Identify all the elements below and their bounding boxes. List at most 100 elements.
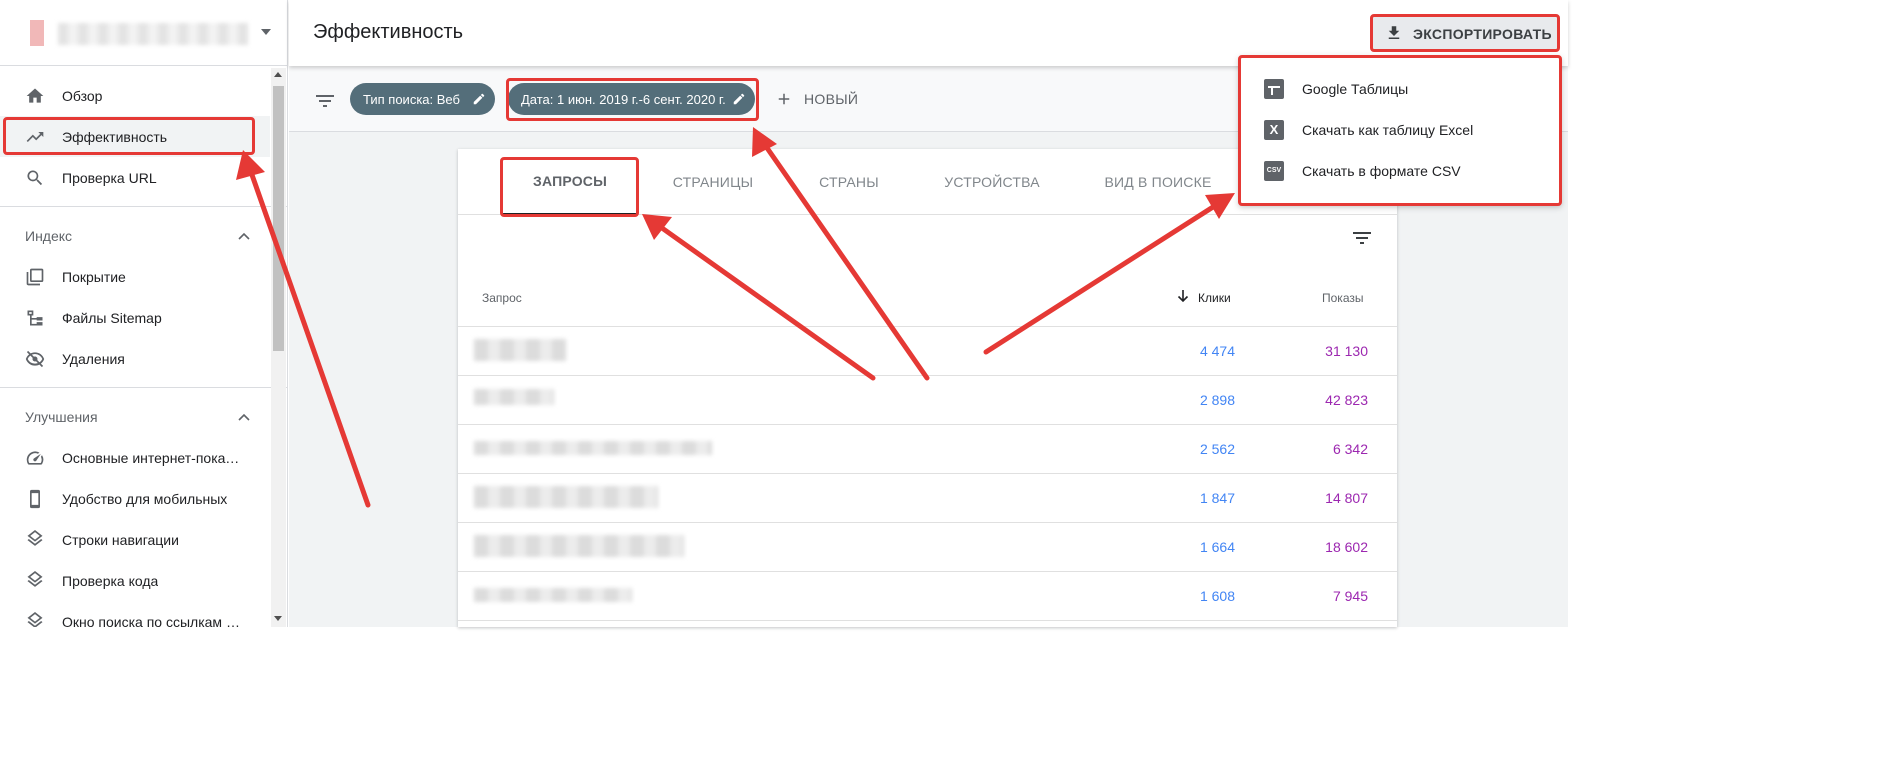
download-icon	[1388, 26, 1400, 39]
sidebar-item-breadcrumbs[interactable]: Строки навигации	[0, 519, 270, 560]
menu-item-label: Google Таблицы	[1302, 80, 1409, 97]
export-button-label: ЭКСПОРТИРОВАТЬ	[1413, 26, 1552, 42]
scrollbar-thumb[interactable]	[273, 86, 284, 351]
impressions-cell: 6 342	[1332, 441, 1368, 457]
sidebar-item-removals[interactable]: Удаления	[0, 338, 270, 379]
sidebar-item-label: Строки навигации	[62, 531, 179, 548]
eye-off-icon	[25, 349, 45, 369]
chevron-up-icon[interactable]	[238, 232, 250, 240]
sidebar-item-label: Удаления	[62, 350, 125, 367]
tab-pages[interactable]: СТРАНИЦЫ	[652, 149, 774, 215]
scroll-up-arrow[interactable]	[274, 72, 282, 77]
home-icon	[25, 86, 45, 106]
column-header-impressions[interactable]: Показы	[1322, 291, 1363, 305]
chip-label: Дата: 1 июн. 2019 г.-6 сент. 2020 г.	[521, 91, 726, 107]
chevron-down-icon[interactable]	[261, 29, 271, 35]
sidebar-item-label: Проверка URL	[62, 169, 157, 186]
impressions-cell: 18 602	[1325, 539, 1368, 555]
menu-item-excel[interactable]: X Скачать как таблицу Excel	[1239, 109, 1561, 150]
sidebar-item-mobile-usability[interactable]: Удобство для мобильных	[0, 478, 270, 519]
impressions-cell: 31 130	[1325, 343, 1368, 359]
export-menu: Google Таблицы X Скачать как таблицу Exc…	[1239, 56, 1561, 205]
property-favicon	[30, 20, 44, 46]
scroll-down-arrow[interactable]	[274, 616, 282, 621]
sidebar-divider	[0, 387, 287, 388]
table-row[interactable]: 2 898 42 823	[458, 376, 1397, 425]
sidebar-item-code-check[interactable]: Проверка кода	[0, 560, 270, 601]
query-cell-blurred	[474, 588, 632, 602]
excel-icon: X	[1264, 119, 1284, 140]
layers-icon	[25, 611, 45, 627]
sidebar-item-core-web-vitals[interactable]: Основные интернет-показатели	[0, 437, 270, 478]
clicks-cell: 1 664	[1199, 539, 1235, 555]
menu-item-csv[interactable]: CSV Скачать в формате CSV	[1239, 150, 1561, 191]
search-icon	[25, 168, 45, 188]
layers-icon	[25, 529, 45, 550]
sitemap-icon	[25, 308, 45, 328]
menu-item-google-sheets[interactable]: Google Таблицы	[1239, 68, 1561, 109]
sidebar-item-coverage[interactable]: Покрытие	[0, 256, 270, 297]
impressions-cell: 7 945	[1332, 588, 1368, 604]
table-row[interactable]: 1 847 14 807	[458, 474, 1397, 523]
sidebar-item-label: Покрытие	[62, 268, 126, 285]
sidebar-item-performance[interactable]: Эффективность	[0, 116, 270, 157]
phone-icon	[25, 489, 45, 509]
search-console-app: Обзор Эффективность Проверка URL Индекс …	[0, 0, 1568, 627]
sidebar-item-label: Удобство для мобильных	[62, 490, 228, 507]
table-row[interactable]: 4 474 31 130	[458, 327, 1397, 376]
new-filter-button[interactable]: НОВЫЙ	[775, 88, 858, 110]
sidebar: Обзор Эффективность Проверка URL Индекс …	[0, 0, 288, 627]
clicks-cell: 2 898	[1199, 392, 1235, 408]
new-filter-label: НОВЫЙ	[804, 91, 859, 107]
queries-card: ЗАПРОСЫ СТРАНИЦЫ СТРАНЫ УСТРОЙСТВА ВИД В…	[458, 149, 1397, 627]
query-cell-blurred	[474, 339, 566, 361]
menu-item-label: Скачать как таблицу Excel	[1302, 121, 1474, 138]
clicks-cell: 1 847	[1199, 490, 1235, 506]
menu-item-label: Скачать в формате CSV	[1302, 162, 1461, 179]
sidebar-item-label: Файлы Sitemap	[62, 309, 162, 326]
sidebar-item-label: Проверка кода	[62, 572, 159, 589]
column-header-clicks[interactable]: Клики	[1198, 291, 1231, 305]
page-title: Эффективность	[313, 21, 464, 43]
tab-search-appearance[interactable]: ВИД В ПОИСКЕ	[1090, 149, 1226, 215]
edit-icon[interactable]	[472, 92, 486, 106]
filter-icon[interactable]	[313, 89, 337, 113]
google-sheets-icon	[1264, 78, 1284, 99]
pages-icon	[25, 267, 45, 287]
sidebar-item-label: Основные интернет-показатели	[62, 449, 244, 466]
clicks-cell: 4 474	[1199, 343, 1235, 359]
sidebar-item-url-inspection[interactable]: Проверка URL	[0, 157, 270, 198]
table-filter-icon[interactable]	[1352, 229, 1372, 247]
sidebar-divider	[0, 206, 287, 207]
export-button[interactable]: ЭКСПОРТИРОВАТЬ	[1372, 16, 1559, 50]
query-cell-blurred	[474, 486, 658, 508]
table-row[interactable]: 1 608 7 945	[458, 572, 1397, 621]
table-row[interactable]: 2 562 6 342	[458, 425, 1397, 474]
impressions-cell: 42 823	[1325, 392, 1368, 408]
speed-icon	[25, 448, 45, 468]
table-row[interactable]: 1 664 18 602	[458, 523, 1397, 572]
section-title-improvements: Улучшения	[25, 409, 98, 425]
arrow-down-icon[interactable]	[1176, 289, 1190, 303]
query-cell-blurred	[474, 441, 712, 455]
tab-countries[interactable]: СТРАНЫ	[798, 149, 900, 215]
clicks-cell: 1 608	[1199, 588, 1235, 604]
query-cell-blurred	[474, 535, 684, 557]
property-name-blurred	[58, 23, 248, 45]
tab-queries[interactable]: ЗАПРОСЫ	[502, 149, 638, 215]
sidebar-item-sitelinks-searchbox[interactable]: Окно поиска по ссылкам сайта	[0, 601, 270, 627]
impressions-cell: 14 807	[1325, 490, 1368, 506]
property-selector[interactable]	[0, 0, 287, 66]
chevron-up-icon[interactable]	[238, 413, 250, 421]
filter-chip-search-type[interactable]: Тип поиска: Веб	[350, 83, 495, 115]
edit-icon[interactable]	[732, 92, 746, 106]
sidebar-item-overview[interactable]: Обзор	[0, 75, 270, 116]
sidebar-item-sitemaps[interactable]: Файлы Sitemap	[0, 297, 270, 338]
query-cell-blurred	[474, 389, 554, 405]
plus-icon	[778, 93, 790, 105]
column-header-query[interactable]: Запрос	[482, 291, 522, 305]
chip-label: Тип поиска: Веб	[363, 91, 460, 107]
layers-icon	[25, 570, 45, 591]
tab-devices[interactable]: УСТРОЙСТВА	[930, 149, 1054, 215]
filter-chip-date[interactable]: Дата: 1 июн. 2019 г.-6 сент. 2020 г.	[508, 83, 755, 115]
